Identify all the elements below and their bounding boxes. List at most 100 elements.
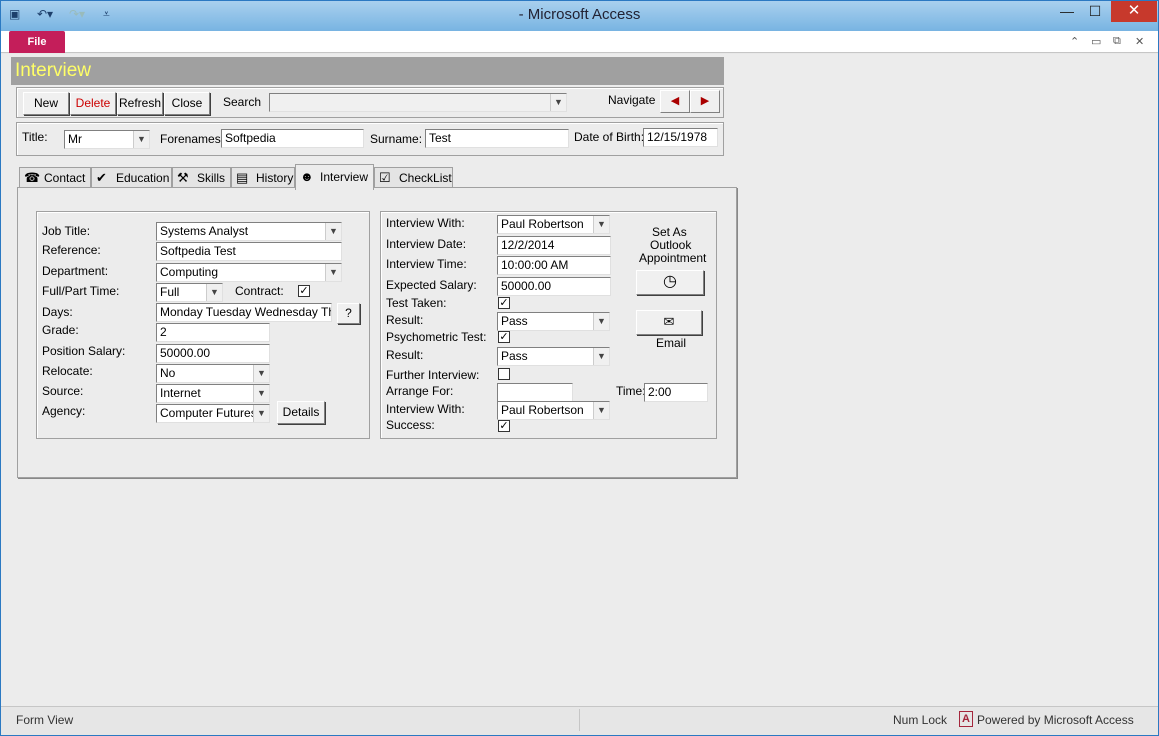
new-button[interactable]: New bbox=[23, 92, 69, 115]
chevron-down-icon[interactable]: ▼ bbox=[593, 348, 609, 365]
chevron-down-icon[interactable]: ▼ bbox=[325, 223, 341, 240]
days-help-button[interactable]: ? bbox=[337, 303, 360, 324]
interview-with-combo[interactable]: Paul Robertson ▼ bbox=[497, 215, 610, 234]
toolbar-panel: New Delete Refresh Close Search ▼ Naviga… bbox=[16, 87, 724, 118]
time2-label: Time: bbox=[616, 384, 646, 398]
days-field[interactable]: Monday Tuesday Wednesday Thurs bbox=[156, 303, 332, 322]
details-button[interactable]: Details bbox=[277, 401, 325, 424]
forenames-label: Forenames: bbox=[160, 132, 225, 146]
status-view: Form View bbox=[16, 713, 74, 727]
minimize-button[interactable]: — bbox=[1053, 1, 1081, 22]
arrange-for-field[interactable] bbox=[497, 383, 573, 402]
reference-field[interactable]: Softpedia Test bbox=[156, 242, 342, 261]
agency-combo[interactable]: Computer Futures ▼ bbox=[156, 404, 270, 423]
access-logo-icon: A bbox=[959, 711, 973, 727]
ribbon-collapse-icon[interactable]: ⌃ bbox=[1070, 35, 1079, 48]
interview-time-field[interactable]: 10:00:00 AM bbox=[497, 256, 611, 275]
outlook-appointment-button[interactable]: ◷ bbox=[636, 270, 704, 295]
email-button[interactable]: ✉ bbox=[636, 310, 702, 335]
hammer-icon: ⚒ bbox=[177, 170, 189, 185]
abc-check-icon: ✔ bbox=[96, 170, 107, 185]
interview-date-field[interactable]: 12/2/2014 bbox=[497, 236, 611, 255]
nav-previous-button[interactable]: ◀ bbox=[660, 90, 690, 113]
reference-label: Reference: bbox=[42, 243, 101, 257]
job-panel: Job Title: Systems Analyst ▼ Reference: S… bbox=[36, 211, 370, 439]
contract-checkbox[interactable]: ✓ bbox=[298, 285, 310, 297]
grade-field[interactable]: 2 bbox=[156, 323, 270, 342]
psychometric-checkbox[interactable]: ✓ bbox=[498, 331, 510, 343]
relocate-combo[interactable]: No ▼ bbox=[156, 364, 270, 383]
chevron-down-icon[interactable]: ▼ bbox=[133, 131, 149, 148]
dob-label: Date of Birth: bbox=[574, 130, 645, 144]
surname-field[interactable]: Test bbox=[425, 129, 569, 148]
further-interview-checkbox[interactable] bbox=[498, 368, 510, 380]
tab-page-interview: Job Title: Systems Analyst ▼ Reference: S… bbox=[17, 187, 737, 478]
close-button[interactable]: Close bbox=[164, 92, 210, 115]
tab-history[interactable]: ▤ History bbox=[231, 167, 295, 189]
interview-with2-combo[interactable]: Paul Robertson ▼ bbox=[497, 401, 610, 420]
maximize-button[interactable]: ☐ bbox=[1081, 1, 1109, 22]
tab-checklist[interactable]: ☑ CheckList bbox=[374, 167, 453, 189]
chevron-down-icon[interactable]: ▼ bbox=[550, 94, 566, 111]
chevron-down-icon[interactable]: ▼ bbox=[253, 405, 269, 422]
search-combo[interactable]: ▼ bbox=[269, 93, 567, 112]
chevron-down-icon[interactable]: ▼ bbox=[253, 385, 269, 402]
chevron-down-icon[interactable]: ▼ bbox=[593, 313, 609, 330]
expected-salary-field[interactable]: 50000.00 bbox=[497, 277, 611, 296]
success-checkbox[interactable]: ✓ bbox=[498, 420, 510, 432]
doc-restore-icon[interactable]: ⧉ bbox=[1113, 35, 1121, 48]
interview-date-label: Interview Date: bbox=[386, 237, 467, 251]
form-workspace: Interview New Delete Refresh Close Searc… bbox=[1, 54, 1158, 706]
chevron-down-icon[interactable]: ▼ bbox=[593, 402, 609, 419]
tab-education[interactable]: ✔ Education bbox=[91, 167, 172, 189]
position-salary-field[interactable]: 50000.00 bbox=[156, 344, 270, 363]
title-bar: ▣ ↶▾ ↷▾ ⩡ - Microsoft Access — ☐ ✕ bbox=[1, 1, 1158, 31]
fulltime-combo[interactable]: Full ▼ bbox=[156, 283, 223, 302]
delete-button[interactable]: Delete bbox=[70, 92, 116, 115]
tab-skills[interactable]: ⚒ Skills bbox=[172, 167, 231, 189]
chevron-down-icon[interactable]: ▼ bbox=[325, 264, 341, 281]
chevron-down-icon[interactable]: ▼ bbox=[253, 365, 269, 382]
status-divider bbox=[579, 709, 580, 731]
result2-label: Result: bbox=[386, 348, 424, 362]
grade-label: Grade: bbox=[42, 323, 79, 337]
job-title-label: Job Title: bbox=[42, 224, 91, 238]
tab-contact[interactable]: ☎ Contact bbox=[19, 167, 91, 189]
result2-combo[interactable]: Pass ▼ bbox=[497, 347, 610, 366]
chevron-down-icon[interactable]: ▼ bbox=[206, 284, 222, 301]
title-combo[interactable]: Mr ▼ bbox=[64, 130, 150, 149]
doc-close-icon[interactable]: ✕ bbox=[1135, 35, 1144, 48]
title-label: Title: bbox=[22, 130, 48, 144]
test-taken-label: Test Taken: bbox=[386, 296, 447, 310]
nav-next-button[interactable]: ▶ bbox=[690, 90, 720, 113]
department-combo[interactable]: Computing ▼ bbox=[156, 263, 342, 282]
status-bar: Form View Num Lock A Powered by Microsof… bbox=[1, 706, 1158, 735]
person-panel: Title: Mr ▼ Forenames: Softpedia Surname… bbox=[16, 122, 724, 156]
outlook-label-2: Outlook bbox=[650, 238, 692, 252]
forenames-field[interactable]: Softpedia bbox=[221, 129, 364, 148]
expected-salary-label: Expected Salary: bbox=[386, 278, 477, 292]
file-tab[interactable]: File bbox=[9, 31, 65, 53]
time2-field[interactable]: 2:00 bbox=[644, 383, 708, 402]
fulltime-label: Full/Part Time: bbox=[42, 284, 120, 298]
refresh-button[interactable]: Refresh bbox=[117, 92, 163, 115]
close-window-button[interactable]: ✕ bbox=[1111, 1, 1157, 22]
access-window: ▣ ↶▾ ↷▾ ⩡ - Microsoft Access — ☐ ✕ File … bbox=[0, 0, 1159, 736]
tab-strip: ☎ Contact ✔ Education ⚒ Skills ▤ History ☻ In… bbox=[19, 164, 739, 190]
source-combo[interactable]: Internet ▼ bbox=[156, 384, 270, 403]
tab-interview[interactable]: ☻ Interview bbox=[295, 164, 374, 190]
interview-with-label: Interview With: bbox=[386, 216, 465, 230]
interview-time-label: Interview Time: bbox=[386, 257, 467, 271]
outlook-label-1: Set As bbox=[652, 225, 687, 239]
test-taken-checkbox[interactable]: ✓ bbox=[498, 297, 510, 309]
dob-field[interactable]: 12/15/1978 bbox=[643, 128, 718, 147]
navigate-label: Navigate bbox=[608, 93, 656, 107]
job-title-combo[interactable]: Systems Analyst ▼ bbox=[156, 222, 342, 241]
doc-minimize-icon[interactable]: ▭ bbox=[1091, 35, 1101, 48]
result-combo[interactable]: Pass ▼ bbox=[497, 312, 610, 331]
form-title: Interview bbox=[15, 60, 92, 81]
ribbon-bar: File ⌃ ▭ ⧉ ✕ bbox=[1, 31, 1158, 53]
success-label: Success: bbox=[386, 418, 435, 432]
chevron-down-icon[interactable]: ▼ bbox=[593, 216, 609, 233]
psychometric-label: Psychometric Test: bbox=[386, 330, 487, 344]
